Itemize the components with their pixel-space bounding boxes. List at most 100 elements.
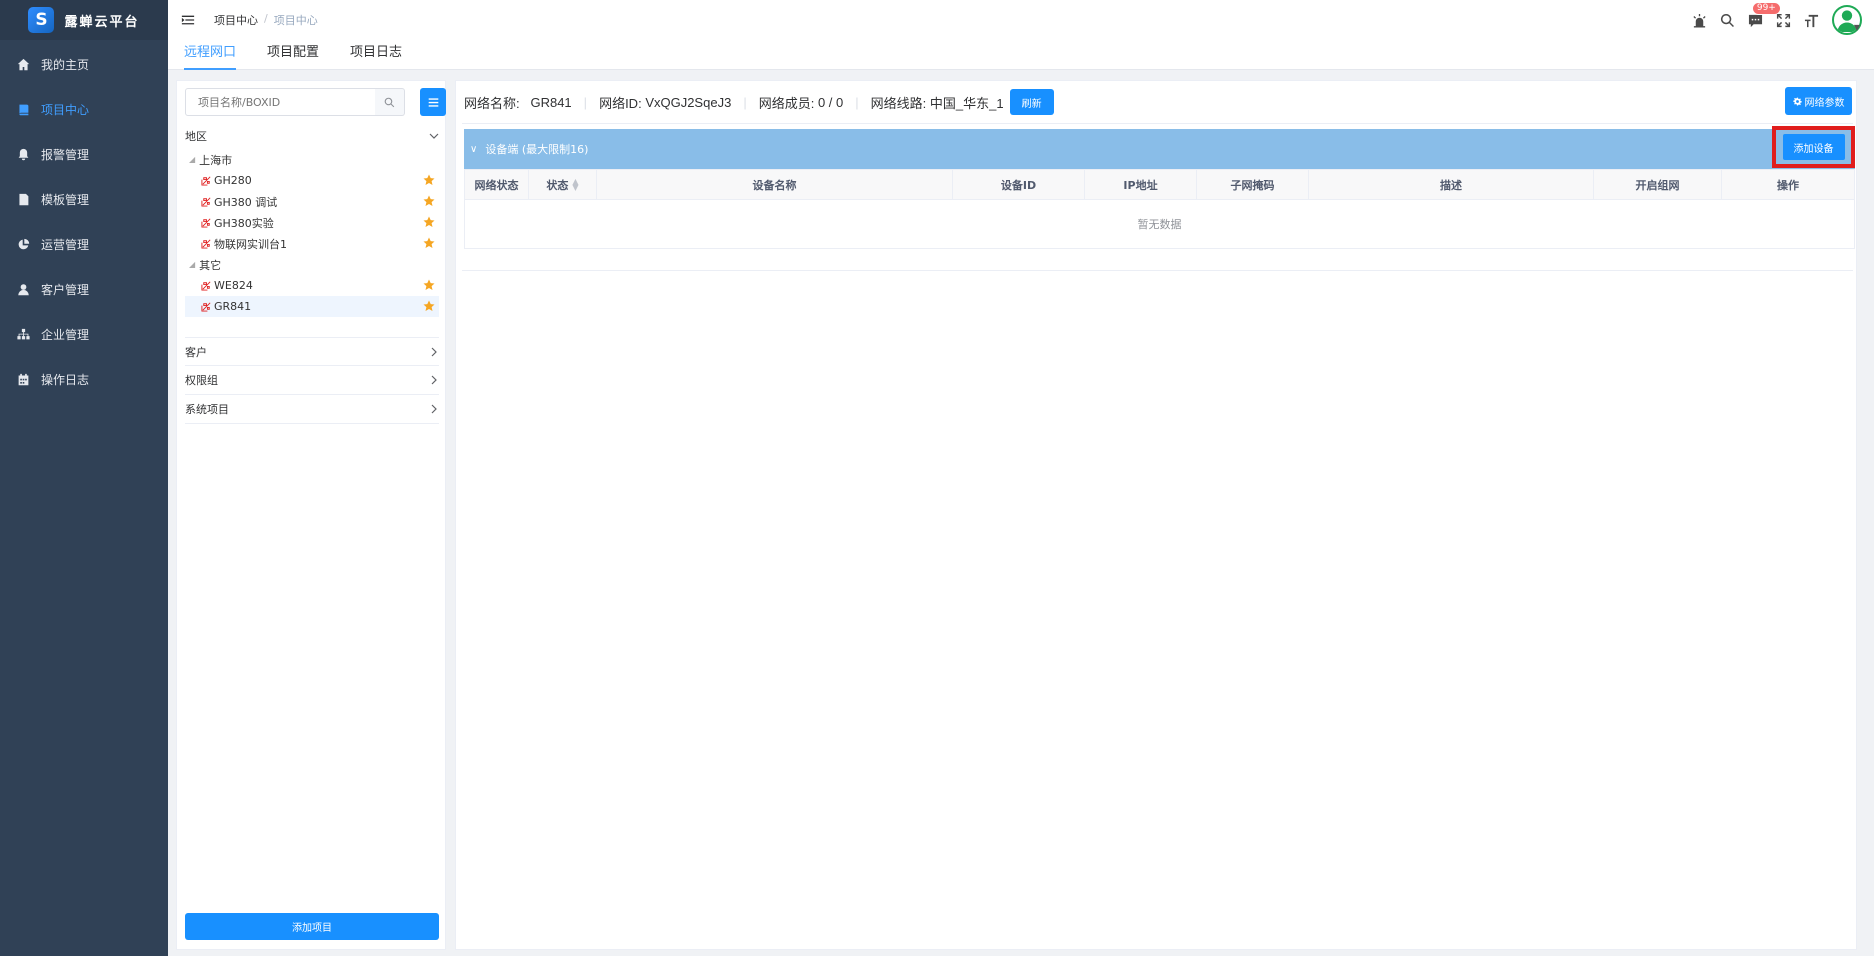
list-view-button[interactable] xyxy=(420,88,446,116)
top-navbar: 项目中心 / 项目中心 99+ ▼ xyxy=(168,0,1874,40)
project-tree-panel: 地区 ◢ 上海市 GH280 GH380 调试 GH380实验 物联网实训台1 xyxy=(176,80,446,950)
caret-down-icon[interactable]: ◢ xyxy=(189,155,195,164)
tree-item[interactable]: WE824 xyxy=(185,275,439,296)
column-header: 网络状态 xyxy=(465,170,529,200)
star-icon[interactable] xyxy=(423,300,435,312)
region-label: 地区 xyxy=(185,130,207,143)
table-header: 网络状态 状态 ▲ ▼ 设备名称 设备ID IP地址 子网掩码 描述 开启组网 操… xyxy=(465,170,1854,200)
search-button[interactable] xyxy=(375,88,405,116)
star-icon[interactable] xyxy=(423,195,435,207)
fullscreen-icon[interactable] xyxy=(1776,12,1792,28)
add-project-button[interactable]: 添加项目 xyxy=(185,913,439,940)
caret-down-icon[interactable]: ▼ xyxy=(1854,23,1860,32)
network-params-button[interactable]: 网络参数 xyxy=(1785,87,1852,115)
star-icon[interactable] xyxy=(423,279,435,291)
breadcrumb-item[interactable]: 项目中心 xyxy=(214,12,258,28)
star-icon[interactable] xyxy=(423,237,435,249)
sidebar-item-label: 企业管理 xyxy=(41,328,90,342)
network-members-label: 网络成员: xyxy=(758,95,815,111)
chevron-down-icon[interactable]: ∨ xyxy=(470,144,477,155)
column-header: 设备名称 xyxy=(597,170,953,200)
caret-down-icon[interactable]: ◢ xyxy=(189,260,195,269)
search-icon xyxy=(384,97,395,107)
tab-remote-port[interactable]: 远程网口 xyxy=(184,40,237,70)
project-icon xyxy=(16,103,30,117)
star-icon[interactable] xyxy=(423,216,435,228)
sidebar-item-label: 我的主页 xyxy=(41,58,90,72)
tree-item-label: WE824 xyxy=(214,279,253,292)
star-icon[interactable] xyxy=(423,174,435,186)
collapse-menu-icon[interactable] xyxy=(180,12,196,28)
tree-group[interactable]: ◢ 其它 xyxy=(185,254,439,275)
sidebar-item-label: 客户管理 xyxy=(41,283,90,297)
font-size-icon[interactable] xyxy=(1804,12,1820,28)
pie-chart-icon xyxy=(16,238,30,252)
sidebar-item-label: 运营管理 xyxy=(41,238,90,252)
tree-item-label: GR841 xyxy=(214,300,252,313)
project-tree: ◢ 上海市 GH280 GH380 调试 GH380实验 物联网实训台1 ◢ 其… xyxy=(185,149,439,317)
sidebar-item-operation[interactable]: 运营管理 xyxy=(0,222,168,267)
network-id-value: VxQGJ2SqeJ3 xyxy=(645,94,732,110)
sidebar-item-oplog[interactable]: 操作日志 xyxy=(0,357,168,402)
device-table: 网络状态 状态 ▲ ▼ 设备名称 设备ID IP地址 子网掩码 描述 开启组网 操… xyxy=(464,169,1855,249)
region-section-header[interactable]: 地区 xyxy=(185,125,439,147)
column-header-sortable[interactable]: 状态 ▲ ▼ xyxy=(529,170,597,200)
offline-device-icon xyxy=(201,280,212,291)
breadcrumb: 项目中心 / 项目中心 xyxy=(214,12,318,28)
tree-item-selected[interactable]: GR841 xyxy=(185,296,439,317)
column-header: 操作 xyxy=(1777,179,1799,192)
sidebar-item-template[interactable]: 模板管理 xyxy=(0,177,168,222)
column-header: 设备ID xyxy=(953,170,1085,200)
section-permission-group[interactable]: 权限组 xyxy=(185,366,439,395)
chevron-down-icon xyxy=(429,133,439,139)
sidebar-item-alarm[interactable]: 报警管理 xyxy=(0,132,168,177)
tree-item-label: GH380实验 xyxy=(214,216,274,230)
sidebar-item-home[interactable]: 我的主页 xyxy=(0,42,168,87)
tab-project-config[interactable]: 项目配置 xyxy=(267,40,319,70)
device-section-title: 设备端 (最大限制16) xyxy=(485,143,589,156)
tree-item[interactable]: GH380 调试 xyxy=(185,191,439,212)
sidebar-item-enterprise[interactable]: 企业管理 xyxy=(0,312,168,357)
search-icon[interactable] xyxy=(1720,12,1736,28)
sidebar-item-label: 报警管理 xyxy=(41,148,90,162)
navbar-actions: 99+ ▼ xyxy=(1692,0,1862,40)
network-route-value: 中国_华东_1 xyxy=(929,95,1004,111)
network-members: 网络成员: 0 / 0 xyxy=(759,93,844,112)
add-device-button[interactable]: 添加设备 xyxy=(1782,134,1845,160)
device-section-header[interactable]: ∨ 设备端 (最大限制16) xyxy=(464,129,1855,169)
divider: | xyxy=(855,94,859,110)
app-title: 露蝉云平台 xyxy=(64,14,140,30)
home-icon xyxy=(16,58,30,72)
divider: | xyxy=(743,94,747,110)
tree-item[interactable]: GH280 xyxy=(185,170,439,191)
sort-icon[interactable]: ▲ ▼ xyxy=(572,178,578,192)
tree-item[interactable]: GH380实验 xyxy=(185,212,439,233)
network-members-value: 0 / 0 xyxy=(817,94,844,110)
refresh-button[interactable]: 刷新 xyxy=(1009,89,1054,115)
offline-device-icon xyxy=(201,175,212,186)
section-customer[interactable]: 客户 xyxy=(185,337,439,366)
user-menu[interactable]: ▼ xyxy=(1831,5,1862,35)
alarm-light-icon[interactable] xyxy=(1692,12,1708,28)
add-device-highlight: 添加设备 xyxy=(1772,126,1855,168)
breadcrumb-item-current: 项目中心 xyxy=(273,14,318,27)
sidebar-item-project-center[interactable]: 项目中心 xyxy=(0,87,168,132)
column-header: 开启组网 xyxy=(1594,170,1722,200)
bell-icon xyxy=(16,148,30,162)
sidebar-item-customer[interactable]: 客户管理 xyxy=(0,267,168,312)
network-id: 网络ID: VxQGJ2SqeJ3 xyxy=(599,93,731,112)
tree-item-label: GH280 xyxy=(214,174,252,187)
tree-item[interactable]: 物联网实训台1 xyxy=(185,233,439,254)
tree-group[interactable]: ◢ 上海市 xyxy=(185,149,439,170)
network-info-bar: 网络名称: GR841 | 网络ID: VxQGJ2SqeJ3 | 网络成员: … xyxy=(464,87,1054,117)
tab-project-log[interactable]: 项目日志 xyxy=(350,40,402,70)
message-icon[interactable]: 99+ xyxy=(1748,2,1781,28)
section-system-project[interactable]: 系统项目 xyxy=(185,395,439,424)
network-name-label: 网络名称: xyxy=(464,95,520,111)
app-logo[interactable]: S 露蝉云平台 xyxy=(0,0,168,40)
chevron-right-icon xyxy=(431,404,437,414)
breadcrumb-separator: / xyxy=(264,12,268,25)
search-input[interactable] xyxy=(185,88,376,116)
empty-state: 暂无数据 xyxy=(1137,218,1182,231)
network-route-label: 网络线路: xyxy=(870,95,927,111)
